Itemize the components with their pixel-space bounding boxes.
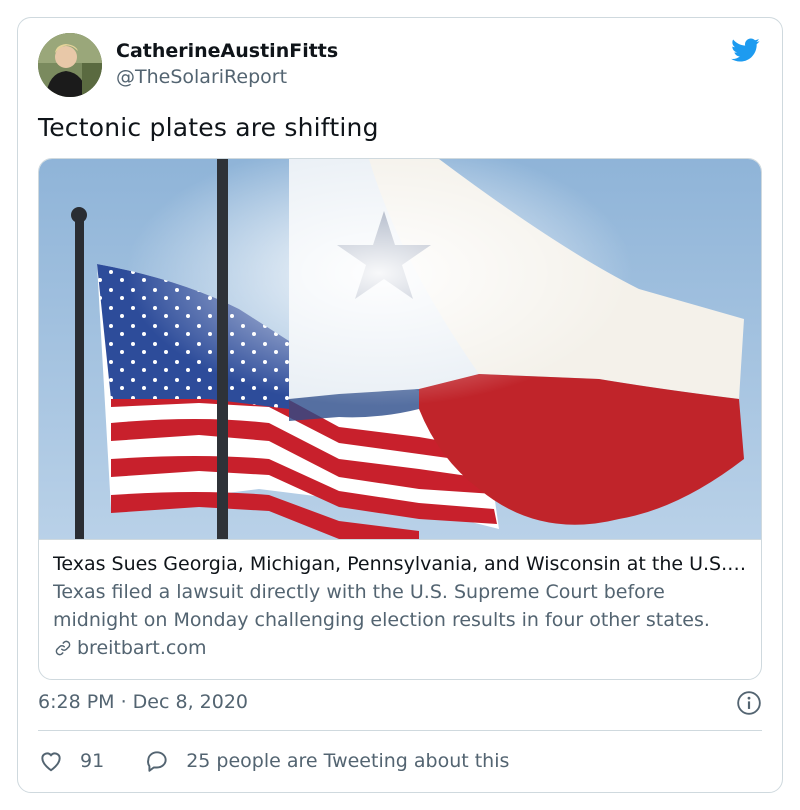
author-handle[interactable]: @TheSolariReport — [116, 66, 287, 88]
conversation-text: 25 people are Tweeting about this — [186, 750, 510, 772]
twitter-bird-icon[interactable] — [728, 35, 762, 65]
link-domain: breitbart.com — [77, 637, 207, 659]
link-preview-card[interactable]: Texas Sues Georgia, Michigan, Pennsylvan… — [38, 158, 762, 680]
reply-icon — [147, 751, 167, 772]
heart-icon — [41, 752, 61, 772]
info-icon[interactable] — [736, 690, 762, 716]
link-icon — [55, 640, 71, 656]
tweet-timestamp[interactable]: 6:28 PM · Dec 8, 2020 — [38, 691, 248, 713]
link-domain-row: breitbart.com — [53, 634, 749, 662]
engagement-bar: 91 25 people are Tweeting about this — [38, 746, 509, 776]
like-button[interactable]: 91 — [38, 748, 144, 774]
author-display-name[interactable]: CatherineAustinFitts — [116, 40, 338, 62]
link-description: Texas filed a lawsuit directly with the … — [53, 581, 710, 631]
avatar[interactable] — [38, 33, 102, 97]
link-meta: Texas Sues Georgia, Michigan, Pennsylvan… — [39, 539, 761, 679]
like-count: 91 — [80, 750, 105, 772]
link-title: Texas Sues Georgia, Michigan, Pennsylvan… — [53, 553, 749, 575]
flags-image — [39, 159, 761, 539]
tweet-text: Tectonic plates are shifting — [38, 113, 379, 142]
tweet-card: CatherineAustinFitts @TheSolariReport Te… — [17, 17, 783, 793]
divider — [38, 730, 762, 731]
conversation-button[interactable]: 25 people are Tweeting about this — [144, 748, 509, 774]
